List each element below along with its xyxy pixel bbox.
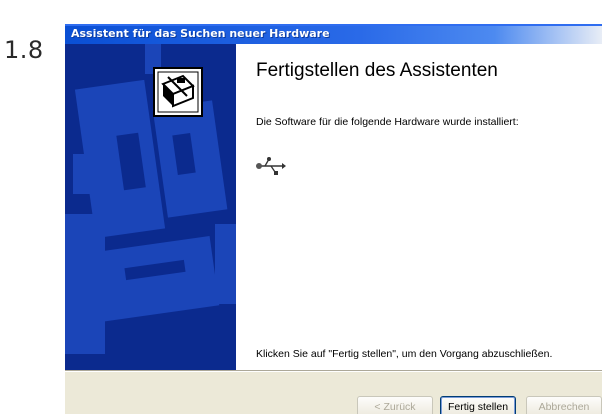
intro-text: Die Software für die folgende Hardware w… bbox=[256, 116, 519, 128]
hardware-box-icon bbox=[153, 67, 203, 117]
button-separator bbox=[65, 370, 602, 372]
wizard-side-panel bbox=[65, 44, 236, 370]
finish-hint-text: Klicken Sie auf "Fertig stellen", um den… bbox=[256, 348, 553, 360]
wizard-content: Fertigstellen des Assistenten Die Softwa… bbox=[236, 44, 602, 370]
page-title: Fertigstellen des Assistenten bbox=[256, 60, 498, 81]
finish-button[interactable]: Fertig stellen bbox=[440, 396, 516, 414]
hardware-wizard-dialog: Assistent für das Suchen neuer Hardware bbox=[65, 24, 602, 414]
usb-icon bbox=[256, 157, 286, 175]
step-number: 1.8 bbox=[4, 36, 44, 64]
wizard-banner-graphic bbox=[65, 44, 236, 370]
title-bar[interactable]: Assistent für das Suchen neuer Hardware bbox=[65, 24, 602, 44]
cancel-button[interactable]: Abbrechen bbox=[526, 396, 602, 414]
window-title: Assistent für das Suchen neuer Hardware bbox=[71, 27, 330, 40]
back-button[interactable]: < Zurück bbox=[357, 396, 433, 414]
